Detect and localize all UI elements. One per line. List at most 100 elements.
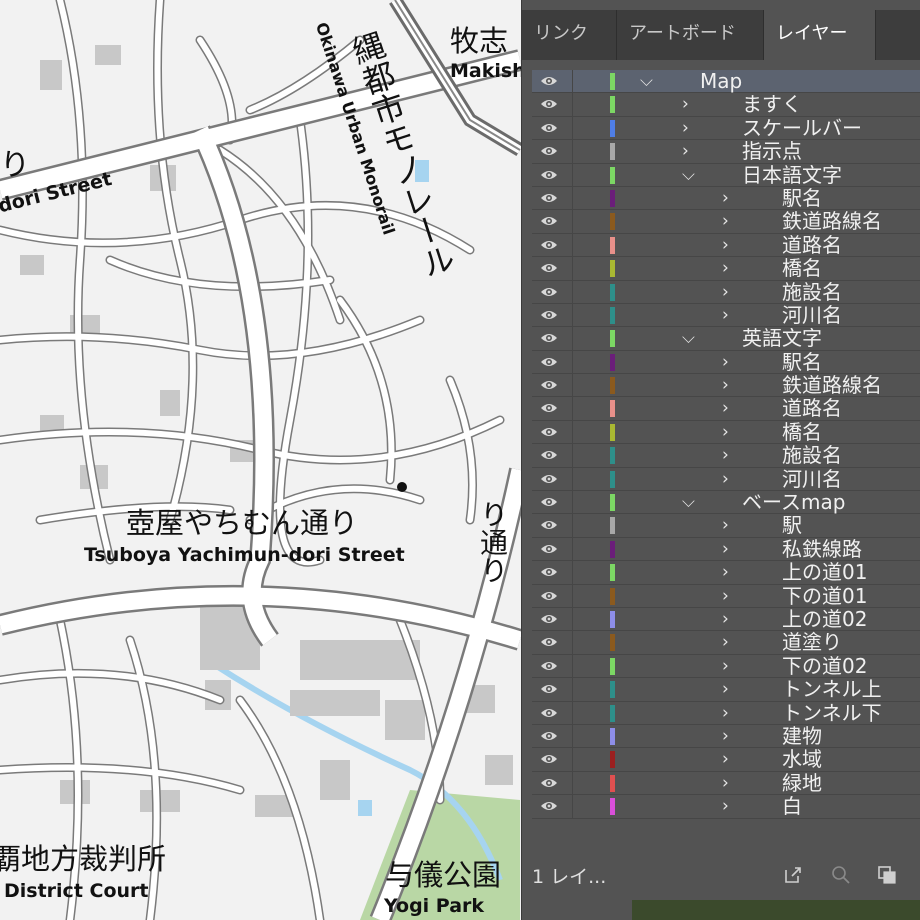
- eye-icon[interactable]: [540, 355, 558, 369]
- layer-row[interactable]: › 道路名: [532, 397, 920, 421]
- layer-row[interactable]: › 駅: [532, 514, 920, 538]
- eye-icon[interactable]: [540, 425, 558, 439]
- eye-icon[interactable]: [540, 144, 558, 158]
- chevron-right-icon[interactable]: ›: [722, 772, 729, 794]
- chevron-right-icon[interactable]: ›: [722, 678, 729, 700]
- eye-icon[interactable]: [540, 191, 558, 205]
- eye-icon[interactable]: [540, 706, 558, 720]
- layer-row[interactable]: ⌵ ベースmap: [532, 491, 920, 515]
- eye-icon[interactable]: [540, 448, 558, 462]
- layer-row[interactable]: › 私鉄線路: [532, 537, 920, 562]
- eye-icon[interactable]: [540, 659, 558, 673]
- eye-icon[interactable]: [540, 97, 558, 111]
- chevron-right-icon[interactable]: ›: [722, 187, 729, 209]
- eye-icon[interactable]: [540, 729, 558, 743]
- layer-row[interactable]: › 橋名: [532, 420, 920, 445]
- layer-row[interactable]: › 指示点: [532, 140, 920, 164]
- layer-row[interactable]: › 駅名: [532, 186, 920, 211]
- chevron-right-icon[interactable]: ›: [722, 234, 729, 256]
- chevron-right-icon[interactable]: ›: [722, 421, 729, 443]
- chevron-right-icon[interactable]: ›: [682, 93, 689, 115]
- chevron-right-icon[interactable]: ›: [722, 281, 729, 303]
- layer-row[interactable]: › トンネル下: [532, 701, 920, 725]
- layer-row[interactable]: › 白: [532, 795, 920, 819]
- chevron-right-icon[interactable]: ›: [722, 444, 729, 466]
- layer-row[interactable]: › 橋名: [532, 257, 920, 281]
- chevron-right-icon[interactable]: ›: [722, 561, 729, 583]
- chevron-right-icon[interactable]: ›: [682, 117, 689, 139]
- tab-artboards[interactable]: アートボード: [617, 10, 764, 60]
- layer-row[interactable]: › 緑地: [532, 771, 920, 796]
- eye-icon[interactable]: [540, 308, 558, 322]
- layer-row[interactable]: › 河川名: [532, 467, 920, 492]
- layer-row[interactable]: › 施設名: [532, 280, 920, 304]
- eye-icon[interactable]: [540, 74, 558, 88]
- layer-row[interactable]: › 道塗り: [532, 631, 920, 655]
- chevron-right-icon[interactable]: ›: [722, 608, 729, 630]
- layer-row[interactable]: › 道路名: [532, 233, 920, 258]
- layer-row[interactable]: › トンネル上: [532, 678, 920, 702]
- layer-row[interactable]: › ますく: [532, 93, 920, 117]
- eye-icon[interactable]: [540, 752, 558, 766]
- eye-icon[interactable]: [540, 331, 558, 345]
- tab-layers[interactable]: レイヤー: [764, 10, 876, 60]
- chevron-right-icon[interactable]: ›: [722, 210, 729, 232]
- chevron-down-icon[interactable]: ⌵: [682, 327, 695, 349]
- eye-icon[interactable]: [540, 401, 558, 415]
- layer-row[interactable]: › 鉄道路線名: [532, 210, 920, 234]
- eye-icon[interactable]: [540, 612, 558, 626]
- eye-icon[interactable]: [540, 214, 558, 228]
- layer-row[interactable]: › 下の道01: [532, 584, 920, 608]
- eye-icon[interactable]: [540, 238, 558, 252]
- layer-row[interactable]: ⌵ Map: [532, 70, 920, 94]
- chevron-down-icon[interactable]: ⌵: [682, 164, 695, 186]
- eye-icon[interactable]: [540, 495, 558, 509]
- chevron-right-icon[interactable]: ›: [722, 257, 729, 279]
- chevron-right-icon[interactable]: ›: [722, 631, 729, 653]
- chevron-right-icon[interactable]: ›: [722, 304, 729, 326]
- layer-row[interactable]: › 駅名: [532, 350, 920, 375]
- layer-row[interactable]: › 施設名: [532, 444, 920, 468]
- export-icon[interactable]: [782, 864, 804, 886]
- chevron-right-icon[interactable]: ›: [722, 468, 729, 490]
- layer-row[interactable]: › スケールバー: [532, 116, 920, 141]
- layer-row[interactable]: › 建物: [532, 724, 920, 749]
- arrange-icon[interactable]: [876, 864, 898, 886]
- eye-icon[interactable]: [540, 285, 558, 299]
- chevron-right-icon[interactable]: ›: [722, 795, 729, 817]
- chevron-right-icon[interactable]: ›: [722, 702, 729, 724]
- layer-row[interactable]: ⌵ 日本語文字: [532, 163, 920, 187]
- eye-icon[interactable]: [540, 378, 558, 392]
- layer-row[interactable]: › 上の道01: [532, 561, 920, 585]
- eye-icon[interactable]: [540, 121, 558, 135]
- layer-row[interactable]: ⌵ 英語文字: [532, 327, 920, 351]
- eye-icon[interactable]: [540, 682, 558, 696]
- chevron-right-icon[interactable]: ›: [722, 514, 729, 536]
- chevron-down-icon[interactable]: ⌵: [682, 491, 695, 513]
- layer-row[interactable]: › 鉄道路線名: [532, 374, 920, 398]
- chevron-right-icon[interactable]: ›: [722, 655, 729, 677]
- eye-icon[interactable]: [540, 776, 558, 790]
- chevron-right-icon[interactable]: ›: [722, 397, 729, 419]
- eye-icon[interactable]: [540, 168, 558, 182]
- chevron-right-icon[interactable]: ›: [722, 585, 729, 607]
- chevron-right-icon[interactable]: ›: [722, 351, 729, 373]
- search-icon[interactable]: [830, 864, 852, 886]
- layer-row[interactable]: › 水域: [532, 748, 920, 772]
- layer-row[interactable]: › 河川名: [532, 303, 920, 328]
- chevron-right-icon[interactable]: ›: [722, 538, 729, 560]
- eye-icon[interactable]: [540, 472, 558, 486]
- eye-icon[interactable]: [540, 565, 558, 579]
- chevron-right-icon[interactable]: ›: [682, 140, 689, 162]
- eye-icon[interactable]: [540, 589, 558, 603]
- tab-links[interactable]: リンク: [522, 10, 617, 60]
- eye-icon[interactable]: [540, 261, 558, 275]
- chevron-right-icon[interactable]: ›: [722, 748, 729, 770]
- eye-icon[interactable]: [540, 542, 558, 556]
- chevron-down-icon[interactable]: ⌵: [640, 70, 653, 92]
- layer-row[interactable]: › 上の道02: [532, 607, 920, 632]
- layer-row[interactable]: › 下の道02: [532, 654, 920, 679]
- chevron-right-icon[interactable]: ›: [722, 725, 729, 747]
- eye-icon[interactable]: [540, 799, 558, 813]
- eye-icon[interactable]: [540, 635, 558, 649]
